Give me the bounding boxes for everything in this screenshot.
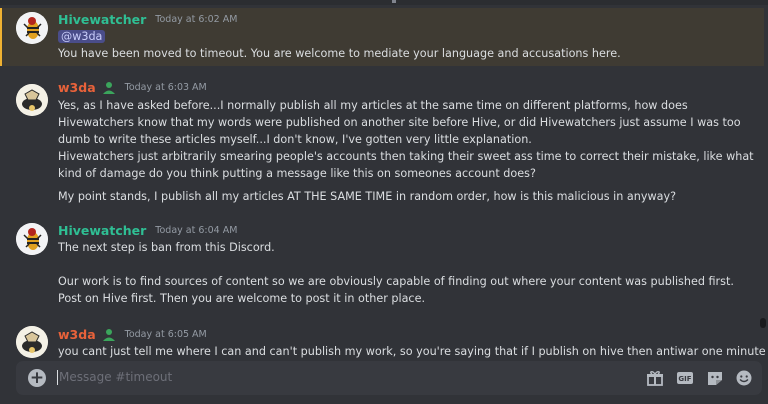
message-text: kind of damage do you think putting a me… — [58, 167, 536, 180]
gift-icon[interactable] — [646, 370, 664, 386]
avatar[interactable] — [16, 223, 48, 255]
message-header: w3da Today at 6:03 AM — [58, 80, 207, 95]
role-badge-icon — [102, 329, 115, 341]
emoji-icon[interactable] — [735, 370, 753, 386]
message-input[interactable]: Message #timeout — [59, 370, 172, 384]
top-strip-nub — [392, 0, 396, 3]
sticker-icon[interactable] — [706, 370, 724, 386]
message-text: The next step is ban from this Discord. — [58, 241, 275, 254]
user-mention[interactable]: @w3da — [58, 30, 106, 43]
w3da-avatar-icon — [16, 326, 48, 358]
message-text: You have been moved to timeout. You are … — [58, 47, 621, 60]
message-text: dumb to write these articles myself...I … — [58, 133, 532, 146]
message-text: Post on Hive first. Then you are welcome… — [58, 292, 426, 305]
role-badge-icon — [102, 82, 115, 94]
message-text: Hivewatchers just arbitrarily smearing p… — [58, 150, 754, 163]
message-header: Hivewatcher Today at 6:04 AM — [58, 223, 237, 238]
bee-avatar-icon — [16, 12, 48, 44]
username[interactable]: w3da — [58, 327, 96, 342]
bee-avatar-icon — [16, 223, 48, 255]
username[interactable]: Hivewatcher — [58, 12, 146, 27]
username[interactable]: Hivewatcher — [58, 223, 146, 238]
message-text: Yes, as I have asked before...I normally… — [58, 99, 688, 112]
message-text: you cant just tell me where I can and ca… — [58, 345, 766, 358]
svg-text:GIF: GIF — [678, 375, 691, 383]
timestamp: Today at 6:05 AM — [124, 329, 207, 340]
avatar[interactable] — [16, 12, 48, 44]
text-caret — [57, 370, 58, 385]
avatar[interactable] — [16, 326, 48, 358]
timestamp: Today at 6:02 AM — [155, 14, 238, 25]
message-text: Our work is to find sources of content s… — [58, 275, 734, 288]
message-text: My point stands, I publish all my articl… — [58, 190, 677, 203]
avatar[interactable] — [16, 84, 48, 116]
message-text: Hivewatchers know that my words were pub… — [58, 116, 741, 129]
username[interactable]: w3da — [58, 80, 96, 95]
timestamp: Today at 6:03 AM — [124, 82, 207, 93]
message-mention-line: @w3da — [58, 29, 106, 45]
add-attachment-icon[interactable]: + — [28, 369, 46, 387]
scrollbar[interactable] — [760, 318, 766, 328]
message-header: Hivewatcher Today at 6:02 AM — [58, 12, 237, 27]
top-strip — [0, 0, 768, 5]
gif-icon[interactable]: GIF — [676, 370, 694, 386]
w3da-avatar-icon — [16, 84, 48, 116]
timestamp: Today at 6:04 AM — [155, 225, 238, 236]
message-header: w3da Today at 6:05 AM — [58, 327, 207, 342]
message-composer[interactable]: + Message #timeout GIF — [16, 361, 762, 395]
